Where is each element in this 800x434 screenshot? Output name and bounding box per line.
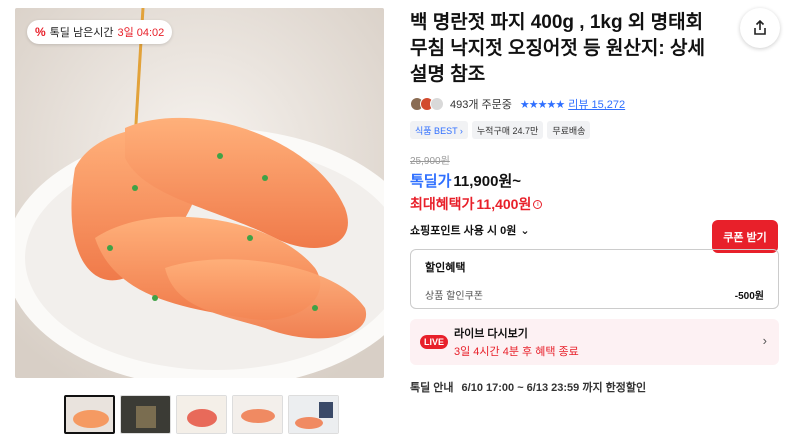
original-price: 25,900원 [410, 156, 450, 167]
thumbnail-image [66, 397, 113, 432]
live-title: 라이브 다시보기 [454, 328, 528, 340]
chip-cumulative: 누적구매 24.7만 [471, 121, 544, 139]
deal-price-value: 11,900원~ [453, 173, 522, 190]
max-benefit-row: 최대혜택가 11,400원 i [410, 194, 780, 214]
rating-stars: ★★★★★ [519, 98, 565, 111]
live-text: 라이브 다시보기 3일 4시간 4분 후 혜택 종료 [454, 325, 579, 359]
product-title: 백 명란젓 파지 400g , 1kg 외 명태회무침 낙지젓 오징어젓 등 원… [410, 12, 705, 85]
thumbnail-image [233, 396, 282, 433]
product-page: % 톡딜 남은시간 3일 04:02 백 명란젓 파지 400g , 1kg 외… [0, 0, 800, 434]
thumbnail[interactable] [120, 395, 171, 434]
roe-illustration [15, 8, 384, 378]
benefit-heading: 할인혜택 [425, 262, 466, 274]
buyer-avatars [410, 97, 444, 111]
deal-info-text: 6/10 17:00 ~ 6/13 23:59 까지 한정할인 [461, 382, 647, 394]
points-label: 쇼핑포인트 사용 시 0원 [410, 225, 517, 237]
benefit-row: 상품 할인쿠폰 -500원 [425, 287, 764, 302]
benefit-row-label: 상품 할인쿠폰 [425, 291, 483, 302]
chevron-right-icon: › [762, 333, 767, 348]
share-icon [754, 20, 766, 35]
live-replay-banner[interactable]: LIVE 라이브 다시보기 3일 4시간 4분 후 혜택 종료 › [410, 319, 779, 365]
deal-time-remaining: 3일 04:02 [117, 27, 165, 39]
thumbnail[interactable] [232, 395, 283, 434]
deal-time-badge: % 톡딜 남은시간 3일 04:02 [27, 20, 173, 44]
chip-food-best[interactable]: 식품 BEST › [410, 121, 468, 139]
live-subtitle: 3일 4시간 4분 후 혜택 종료 [454, 346, 579, 358]
thumbnail-image [289, 396, 338, 433]
deal-info-label: 톡딜 안내 [410, 382, 454, 394]
review-link[interactable]: 리뷰 15,272 [568, 96, 625, 112]
order-count: 493개 주문중 [450, 99, 512, 111]
thumbnail[interactable] [288, 395, 339, 434]
max-benefit-label: 최대혜택가 [410, 196, 475, 212]
product-meta: 493개 주문중 ★★★★★ 리뷰 15,272 [410, 96, 780, 112]
avatar [430, 97, 444, 111]
discount-benefit-box: 할인혜택 상품 할인쿠폰 -500원 [410, 249, 779, 309]
deal-price-row: 톡딜가 11,900원~ [410, 170, 780, 191]
max-benefit-value: 11,400원 [476, 196, 532, 212]
live-badge: LIVE [420, 335, 449, 349]
product-chips: 식품 BEST › 누적구매 24.7만 무료배송 [410, 121, 780, 139]
benefit-row-amount: -500원 [734, 291, 764, 302]
deal-price-label: 톡딜가 [410, 173, 452, 190]
deal-time-label: 톡딜 남은시간 [49, 27, 114, 39]
thumbnail-strip [64, 395, 339, 434]
thumbnail[interactable] [64, 395, 115, 434]
deal-info: 톡딜 안내 6/10 17:00 ~ 6/13 23:59 까지 한정할인 [410, 379, 780, 395]
share-button[interactable] [740, 8, 780, 48]
product-info: 백 명란젓 파지 400g , 1kg 외 명태회무침 낙지젓 오징어젓 등 원… [410, 10, 780, 395]
main-product-image[interactable] [15, 8, 384, 378]
percent-icon: % [35, 25, 46, 39]
thumbnail-image [121, 396, 170, 433]
info-icon[interactable]: i [533, 199, 543, 209]
chip-free-shipping: 무료배송 [547, 121, 591, 139]
chevron-down-icon: ⌄ [520, 224, 530, 237]
thumbnail[interactable] [176, 395, 227, 434]
thumbnail-image [177, 396, 226, 433]
